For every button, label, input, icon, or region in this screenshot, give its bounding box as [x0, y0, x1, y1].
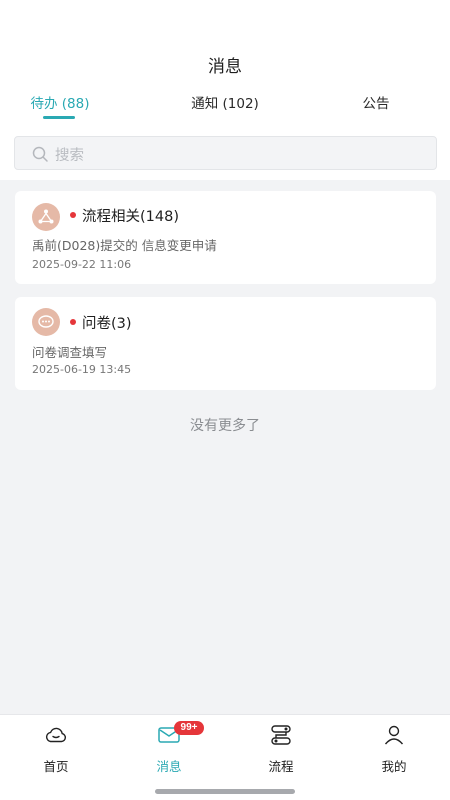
card-timestamp: 2025-06-19 13:45 — [32, 363, 132, 376]
chat-bubble-icon — [32, 308, 60, 336]
no-more-hint: 没有更多了 — [190, 418, 260, 434]
tab-todo[interactable]: 待办 (88) — [0, 92, 120, 112]
unread-dot — [70, 212, 76, 218]
nav-process[interactable]: 流程 — [246, 723, 316, 775]
card-title: 问卷(3) — [82, 316, 132, 332]
nav-messages[interactable]: 99+ 消息 — [134, 721, 204, 775]
message-card-survey[interactable]: 问卷(3) 问卷调查填写 2025-06-19 13:45 — [15, 297, 436, 390]
search-bar-container: 搜索 — [0, 128, 450, 180]
message-card-workflow[interactable]: 流程相关(148) 禹前(D028)提交的 信息变更申请 2025-09-22 … — [15, 191, 436, 284]
workflow-icon — [32, 203, 60, 231]
card-description: 禹前(D028)提交的 信息变更申请 — [32, 238, 217, 253]
nav-me[interactable]: 我的 — [359, 723, 429, 775]
unread-badge: 99+ — [174, 721, 204, 735]
card-timestamp: 2025-09-22 11:06 — [32, 258, 132, 271]
nav-home[interactable]: 首页 — [21, 723, 91, 775]
active-tab-indicator — [43, 116, 75, 119]
home-indicator[interactable] — [155, 789, 295, 794]
process-icon — [271, 725, 291, 745]
search-input[interactable]: 搜索 — [14, 136, 437, 170]
top-header: 消息 待办 (88) 通知 (102) 公告 — [0, 0, 450, 128]
nav-label: 消息 — [156, 759, 182, 774]
person-icon — [384, 725, 404, 745]
search-placeholder: 搜索 — [55, 148, 84, 164]
nav-label: 我的 — [381, 759, 407, 774]
card-title: 流程相关(148) — [82, 209, 179, 225]
unread-dot — [70, 319, 76, 325]
cloud-home-icon — [45, 727, 66, 743]
bottom-navigation: 首页 99+ 消息 流程 我的 — [0, 714, 450, 800]
nav-label: 首页 — [43, 759, 69, 774]
search-icon — [32, 146, 48, 162]
tab-announcements[interactable]: 公告 — [316, 92, 436, 112]
tab-notifications[interactable]: 通知 (102) — [165, 92, 285, 112]
tab-bar: 待办 (88) 通知 (102) 公告 — [0, 92, 450, 122]
card-description: 问卷调查填写 — [32, 345, 108, 360]
page-title: 消息 — [208, 57, 242, 77]
nav-label: 流程 — [268, 759, 294, 774]
